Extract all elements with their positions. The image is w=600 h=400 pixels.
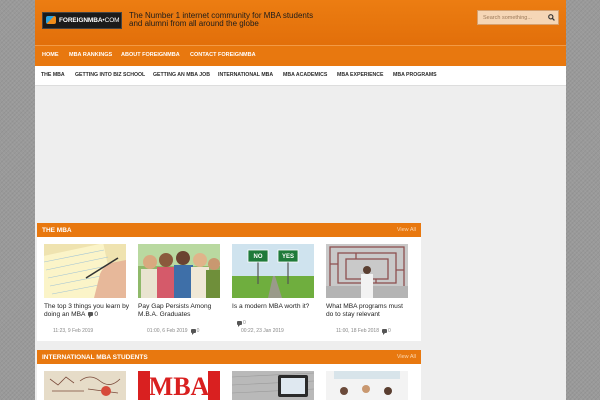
comment-count: 0: [243, 320, 246, 326]
section-title: INTERNATIONAL MBA STUDENTS: [42, 354, 148, 361]
post-date: 11:23, 9 Feb 2019: [53, 328, 94, 334]
post-thumbnail[interactable]: [44, 371, 126, 400]
search-input[interactable]: [478, 11, 547, 24]
section-header: INTERNATIONAL MBA STUDENTS View All: [37, 350, 421, 364]
view-all-link[interactable]: View All: [397, 227, 416, 233]
site-tagline: The Number 1 internet community for MBA …: [129, 11, 314, 28]
yes-sign-text: YES: [282, 254, 294, 260]
nav-contact[interactable]: CONTACT FOREIGNMBA: [190, 52, 256, 58]
post-thumbnail[interactable]: [138, 244, 220, 298]
comment-icon: [382, 328, 387, 335]
cat-getting-into-biz-school[interactable]: GETTING INTO BIZ SCHOOL: [75, 72, 145, 78]
cat-international-mba[interactable]: INTERNATIONAL MBA: [218, 72, 273, 78]
section-header: THE MBA View All: [37, 223, 421, 237]
search-button[interactable]: [545, 11, 558, 24]
post-title[interactable]: What MBA programs must do to stay releva…: [326, 303, 412, 319]
post-thumbnail[interactable]: [326, 371, 408, 400]
comment-count: 0: [196, 328, 200, 334]
post-title[interactable]: Is a modern MBA worth it?: [232, 303, 318, 311]
search-icon: [548, 14, 555, 21]
nav-about[interactable]: ABOUT FOREIGNMBA: [121, 52, 180, 58]
main-nav: HOME MBA RANKINGS ABOUT FOREIGNMBA CONTA…: [35, 45, 566, 66]
cat-getting-an-mba-job[interactable]: GETTING AN MBA JOB: [153, 72, 210, 78]
mba-letters: MBA: [149, 372, 210, 400]
post-meta: 0: [237, 320, 317, 327]
logo-plane-icon: [46, 15, 57, 26]
category-nav: THE MBA GETTING INTO BIZ SCHOOL GETTING …: [35, 66, 566, 86]
comment-count: 0: [388, 328, 391, 334]
post-date: 00:22, 23 Jan 2019: [241, 328, 284, 334]
cat-mba-programs[interactable]: MBA PROGRAMS: [393, 72, 437, 78]
post-date: 11:00, 18 Feb 2018: [336, 328, 379, 334]
post-title[interactable]: Pay Gap Persists Among M.B.A. Graduates: [138, 303, 224, 319]
post-thumbnail[interactable]: [44, 244, 126, 298]
comment-icon: [237, 320, 242, 327]
comment-icon: [88, 312, 94, 319]
site-header: FOREIGNMBA•COM The Number 1 internet com…: [35, 0, 566, 45]
site-logo[interactable]: FOREIGNMBA•COM: [42, 12, 122, 29]
post-title[interactable]: The top 3 things you learn by doing an M…: [44, 303, 130, 319]
post-date: 01:00, 6 Feb 2019: [147, 328, 188, 334]
search-box: [477, 10, 559, 25]
cat-the-mba[interactable]: THE MBA: [41, 72, 65, 78]
page-wrapper: FOREIGNMBA•COM The Number 1 internet com…: [35, 0, 566, 400]
section-title: THE MBA: [42, 227, 72, 234]
no-sign-text: NO: [254, 254, 263, 260]
section-international-mba-students: INTERNATIONAL MBA STUDENTS View All MBA: [37, 350, 421, 400]
comment-count: 0: [94, 311, 99, 318]
section-the-mba: THE MBA View All NO YES The top 3 things…: [37, 223, 421, 341]
view-all-link[interactable]: View All: [397, 354, 416, 360]
nav-mba-rankings[interactable]: MBA RANKINGS: [69, 52, 112, 58]
post-meta: 11:00, 18 Feb 2018 0: [336, 328, 416, 335]
post-thumbnail[interactable]: [326, 244, 408, 298]
post-meta: 01:00, 6 Feb 2019 0: [147, 328, 227, 335]
nav-home[interactable]: HOME: [42, 52, 59, 58]
cat-mba-experience[interactable]: MBA EXPERIENCE: [337, 72, 384, 78]
cat-mba-academics[interactable]: MBA ACADEMICS: [283, 72, 327, 78]
post-thumbnail[interactable]: MBA: [138, 371, 220, 400]
comment-icon: [190, 328, 196, 335]
post-thumbnail[interactable]: [232, 371, 314, 400]
logo-text: FOREIGNMBA•COM: [59, 17, 120, 24]
post-thumbnail[interactable]: NO YES: [232, 244, 314, 298]
